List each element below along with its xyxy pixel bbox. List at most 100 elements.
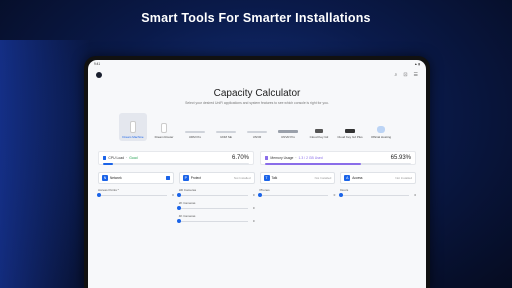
app-header[interactable]: P Protect Not Installed [178,172,255,184]
device-label: Dream Machine [122,134,144,139]
protect-icon: P [182,175,189,181]
app-field: 2K Cameras 0 [177,201,255,210]
field-slider: 0 [96,193,174,197]
slider-knob[interactable] [338,193,343,197]
cloud-icon [377,125,385,133]
device-label: Official Hosting [370,134,392,139]
memory-percent: 65.93% [390,155,411,161]
device-unvr[interactable]: UNVR [243,113,271,141]
slider-knob[interactable] [177,206,182,210]
cpu-percent: 6.70% [231,155,249,161]
status-icons: ▲ ▮ [414,62,420,66]
topbar-actions: ⌕ ⊡ ☰ [395,72,419,78]
slider-knob[interactable] [177,219,182,223]
device-label: Cloud Key G2 Plus [337,134,363,139]
field-value: 0 [252,206,255,210]
device-udm-se[interactable]: UDM SE [212,113,240,141]
field-slider: 0 [177,193,255,197]
app-field: Access Points * 0 [96,188,174,197]
field-value: 0 [252,193,255,197]
app-name: T Talk [263,175,278,181]
status-time: 9:41 [94,62,101,66]
field-label: Doors [340,188,349,192]
access-icon: A [344,175,351,181]
cpu-load-label: CPU Load · Good [103,156,137,160]
device-label: UDM SE [220,134,232,139]
device-cloud-key-g2-plus[interactable]: Cloud Key G2 Plus [336,113,364,141]
device-label: Dream Router [154,134,174,139]
tablet-frame: 9:41 ▲ ▮ ⌕ ⊡ ☰ Capacity Calculator Selec… [84,56,430,288]
slider-track[interactable] [177,193,248,197]
promo-headline: Smart Tools For Smarter Installations [141,11,371,25]
unvr-icon [247,130,267,133]
unifi-logo-icon[interactable] [96,72,102,78]
field-slider: 0 [338,193,416,197]
cart-icon[interactable]: ⊡ [403,72,407,78]
device-label: UNVR Pro [280,134,295,139]
slider-track[interactable] [258,193,329,197]
app-install-state: Not Installed [314,176,332,180]
memory-checkbox[interactable] [265,156,269,160]
app-field: Phones 0 [258,188,335,197]
app-enabled-checkbox[interactable] [165,176,170,180]
device-label: Cloud Key G2 [309,134,329,139]
app-topbar: ⌕ ⊡ ☰ [88,68,426,82]
cloud-key-g2-icon [315,128,323,133]
menu-icon[interactable]: ☰ [414,72,418,78]
device-cloud-key-g2[interactable]: Cloud Key G2 [305,113,333,141]
cpu-bar [103,163,249,165]
app-column-protect: P Protect Not Installed HD Cameras 0 2K … [177,172,255,223]
app-column-talk: T Talk Not Installed Phones 0 [258,172,336,223]
app-name-text: Network [110,176,122,180]
slider-track[interactable] [96,193,167,197]
app-column-network: N Network Access Points * 0 [96,172,174,223]
background-glow [0,40,90,288]
app-field: 4K Cameras 0 [177,214,255,223]
load-summary: CPU Load · Good 6.70% Memory Usage · 1.3… [98,151,416,165]
slider-knob[interactable] [96,193,101,197]
app-name: A Access [344,175,363,181]
app-install-state: Not Installed [395,176,412,180]
app-header[interactable]: T Talk Not Installed [259,172,336,184]
app-column-access: A Access Not Installed Doors 0 [338,172,416,223]
slider-knob[interactable] [177,193,182,197]
slider-track[interactable] [177,206,248,210]
search-icon[interactable]: ⌕ [395,72,398,78]
device-unvr-pro[interactable]: UNVR Pro [274,113,302,141]
app-name: N Network [102,175,122,181]
app-name-text: Access [352,176,363,180]
device-label: UDM Pro [188,134,202,139]
memory-usage-card: Memory Usage · 1.3 / 2 GB Used 65.93% [260,151,416,165]
device-dream-router[interactable]: Dream Router [150,113,178,141]
status-bar: 9:41 ▲ ▮ [88,60,426,68]
udm-se-icon [216,130,236,133]
slider-knob[interactable] [258,193,262,197]
app-name-text: Protect [190,176,201,180]
field-label: Access Points * [98,188,119,192]
cpu-checkbox[interactable] [103,156,107,160]
field-label: 2K Cameras [178,201,196,205]
app-name-text: Talk [271,176,278,180]
app-header[interactable]: A Access Not Installed [340,172,416,184]
memory-usage-label: Memory Usage · 1.3 / 2 GB Used [265,156,323,160]
memory-label-text: Memory Usage [270,156,294,160]
memory-bar [265,163,411,165]
slider-track[interactable] [338,193,409,197]
device-dream-machine[interactable]: Dream Machine [119,113,147,141]
cpu-bar-fill [103,163,113,165]
app-field: Doors 0 [338,188,416,197]
cpu-label-text: CPU Load [108,156,125,160]
talk-icon: T [263,175,270,181]
memory-detail: 1.3 / 2 GB Used [298,156,323,160]
device-selector: Dream Machine Dream Router UDM Pro UDM S… [88,113,426,141]
app-header[interactable]: N Network [98,172,174,184]
slider-track[interactable] [177,219,248,223]
udm-pro-icon [185,130,205,133]
page-title: Capacity Calculator [213,88,301,99]
tablet-screen: 9:41 ▲ ▮ ⌕ ⊡ ☰ Capacity Calculator Selec… [88,60,426,288]
page-subtitle: Select your desired UniFi applications a… [185,101,329,105]
memory-bar-fill [265,163,362,165]
device-official-hosting[interactable]: Official Hosting [367,113,395,141]
device-udm-pro[interactable]: UDM Pro [181,113,209,141]
app-field: HD Cameras 0 [177,188,255,197]
